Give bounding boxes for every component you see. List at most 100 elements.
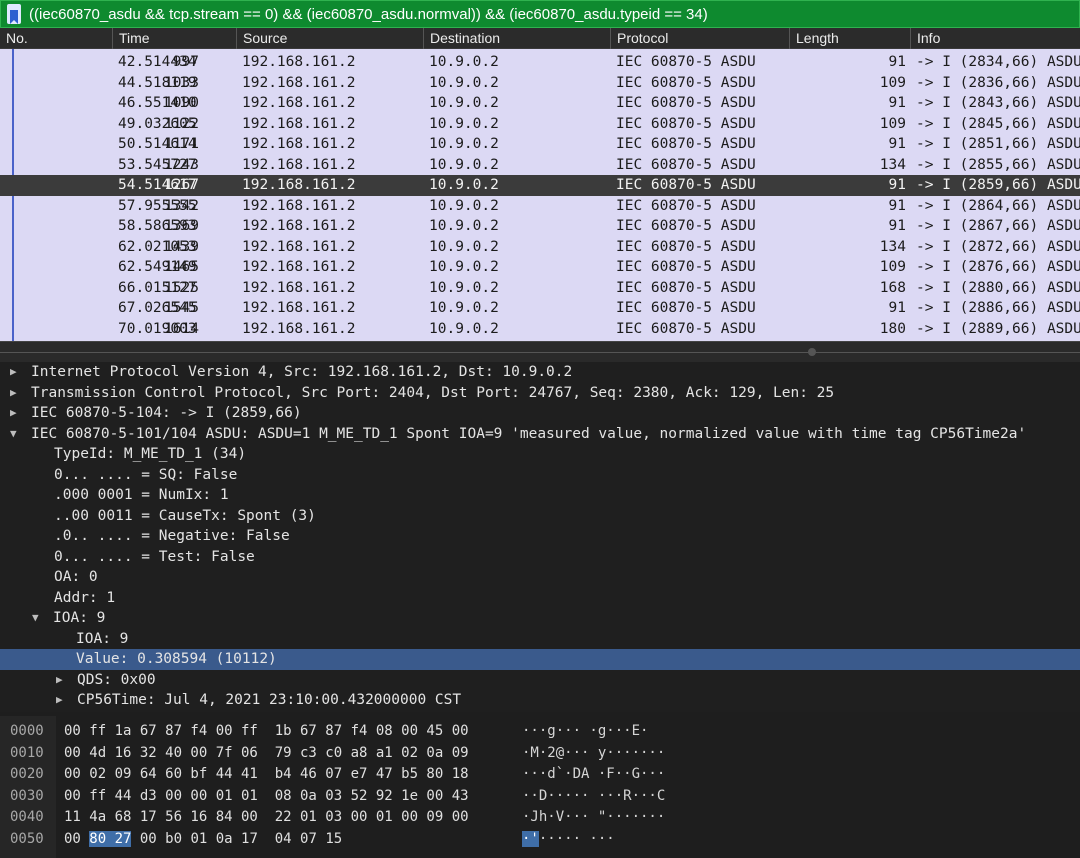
- column-header-source[interactable]: Source: [236, 28, 423, 49]
- hex-bytes[interactable]: 11 4a 68 17 56 16 84 00 22 01 03 00 01 0…: [64, 807, 469, 828]
- packet-row[interactable]: 1369 58.586593 192.168.161.2 10.9.0.2 IEC 60…: [0, 216, 1080, 237]
- detail-tree-item[interactable]: ▶ QDS: 0x00: [0, 670, 1080, 691]
- display-filter-input[interactable]: ((iec60870_asdu && tcp.stream == 0) && (…: [29, 6, 708, 23]
- pane-splitter[interactable]: [0, 341, 1080, 363]
- collapsed-triangle-icon[interactable]: ▶: [56, 690, 68, 711]
- detail-tree-item[interactable]: .000 0001 = NumIx: 1: [0, 485, 1080, 506]
- detail-item-label: Internet Protocol Version 4, Src: 192.16…: [31, 364, 573, 380]
- packet-row[interactable]: 1614 70.019003 192.168.161.2 10.9.0.2 IEC 60…: [0, 319, 1080, 340]
- highlighted-bytes: 80 27: [89, 830, 132, 847]
- packet-row[interactable]: 1033 44.518119 192.168.161.2 10.9.0.2 IEC 60…: [0, 73, 1080, 94]
- packet-list-header: No. Time Source Destination Protocol Len…: [0, 28, 1080, 49]
- detail-tree-item[interactable]: ▶ IEC 60870-5-104: -> I (2859,66): [0, 403, 1080, 424]
- bookmark-icon[interactable]: [7, 4, 21, 24]
- packet-list[interactable]: 997 42.514434 192.168.161.2 10.9.0.2 IEC 608…: [0, 49, 1080, 341]
- detail-item-label: 0... .... = SQ: False: [54, 466, 238, 483]
- hex-ascii[interactable]: ···g··· ·g···E·: [522, 721, 648, 742]
- packet-cell-dst: 10.9.0.2: [429, 259, 499, 275]
- packet-cell-time: 44.518119: [118, 74, 197, 91]
- collapsed-triangle-icon[interactable]: ▶: [10, 362, 22, 383]
- detail-item-label: .0.. .... = Negative: False: [54, 528, 290, 544]
- packet-cell-proto: IEC 60870-5 ASDU: [616, 218, 756, 234]
- detail-tree-item[interactable]: IOA: 9: [0, 629, 1080, 650]
- packet-cell-time: 70.019003: [118, 320, 197, 337]
- packet-row[interactable]: 1267 54.514617 192.168.161.2 10.9.0.2 IEC 60…: [0, 175, 1080, 196]
- packet-row[interactable]: 1342 57.955555 192.168.161.2 10.9.0.2 IEC 60…: [0, 196, 1080, 217]
- hex-bytes[interactable]: 00 4d 16 32 40 00 7f 06 79 c3 c0 a8 a1 0…: [64, 743, 469, 764]
- hex-row[interactable]: 0040 11 4a 68 17 56 16 84 00 22 01 03 00 …: [0, 807, 1080, 828]
- packet-row[interactable]: 1525 66.015127 192.168.161.2 10.9.0.2 IEC 60…: [0, 278, 1080, 299]
- hex-bytes[interactable]: 00 02 09 64 60 bf 44 41 b4 46 07 e7 47 b…: [64, 764, 469, 785]
- packet-cell-dst: 10.9.0.2: [429, 74, 499, 91]
- packet-cell-len: 134: [879, 156, 906, 173]
- hex-ascii[interactable]: ·'····· ···: [522, 829, 615, 850]
- collapsed-triangle-icon[interactable]: ▶: [10, 403, 22, 424]
- column-header-length[interactable]: Length: [789, 28, 910, 49]
- detail-tree-item[interactable]: ▶ Transmission Control Protocol, Src Port…: [0, 383, 1080, 404]
- detail-tree-item[interactable]: ▶ CP56Time: Jul 4, 2021 23:10:00.43200000…: [0, 690, 1080, 711]
- packet-cell-len: 91: [888, 300, 906, 316]
- detail-item-label: OA: 0: [54, 569, 98, 585]
- detail-tree-item[interactable]: 0... .... = Test: False: [0, 547, 1080, 568]
- hex-row[interactable]: 0030 00 ff 44 d3 00 00 01 01 08 0a 03 52 …: [0, 786, 1080, 807]
- display-filter-bar[interactable]: ((iec60870_asdu && tcp.stream == 0) && (…: [0, 0, 1080, 28]
- splitter-handle-icon[interactable]: [808, 348, 816, 356]
- hex-bytes-segment: 00 b0 01 0a 17 04 07 15: [131, 830, 343, 847]
- packet-row[interactable]: 1122 49.032605 192.168.161.2 10.9.0.2 IEC 60…: [0, 114, 1080, 135]
- detail-item-label: Addr: 1: [54, 589, 116, 606]
- packet-cell-info: -> I (2872,66) ASDU: [916, 238, 1080, 255]
- detail-item-label: QDS: 0x00: [77, 671, 156, 688]
- detail-tree-item[interactable]: TypeId: M_ME_TD_1 (34): [0, 444, 1080, 465]
- hex-row[interactable]: 0050 00 80 27 00 b0 01 0a 17 04 07 15 ·'··…: [0, 829, 1080, 850]
- hex-ascii[interactable]: ···d`·DA ·F··G···: [522, 764, 665, 785]
- packet-cell-time: 58.586593: [118, 218, 197, 234]
- column-header-protocol[interactable]: Protocol: [610, 28, 789, 49]
- column-header-no[interactable]: No.: [0, 28, 112, 49]
- detail-tree-item[interactable]: ..00 0011 = CauseTx: Spont (3): [0, 506, 1080, 527]
- packet-cell-info: -> I (2889,66) ASDU: [916, 320, 1080, 337]
- packet-cell-proto: IEC 60870-5 ASDU: [616, 156, 756, 173]
- packet-cell-src: 192.168.161.2: [242, 279, 356, 296]
- detail-tree-item[interactable]: Value: 0.308594 (10112): [0, 649, 1080, 670]
- hex-ascii[interactable]: ·M·2@··· y·······: [522, 743, 665, 764]
- packet-row[interactable]: 1439 62.021053 192.168.161.2 10.9.0.2 IEC 60…: [0, 237, 1080, 258]
- packet-details-pane[interactable]: ▶ Internet Protocol Version 4, Src: 192.1…: [0, 362, 1080, 712]
- packet-row[interactable]: 1465 62.549149 192.168.161.2 10.9.0.2 IEC 60…: [0, 257, 1080, 278]
- detail-tree-item[interactable]: 0... .... = SQ: False: [0, 465, 1080, 486]
- packet-row[interactable]: 1243 53.545727 192.168.161.2 10.9.0.2 IEC 60…: [0, 155, 1080, 176]
- packet-cell-src: 192.168.161.2: [242, 259, 356, 275]
- packet-row[interactable]: 1545 67.026545 192.168.161.2 10.9.0.2 IEC 60…: [0, 298, 1080, 319]
- detail-tree-item[interactable]: OA: 0: [0, 567, 1080, 588]
- hex-bytes[interactable]: 00 80 27 00 b0 01 0a 17 04 07 15: [64, 829, 342, 850]
- packet-cell-proto: IEC 60870-5 ASDU: [616, 95, 756, 111]
- detail-tree-item[interactable]: ▶ Internet Protocol Version 4, Src: 192.1…: [0, 362, 1080, 383]
- hex-row[interactable]: 0010 00 4d 16 32 40 00 7f 06 79 c3 c0 a8 …: [0, 743, 1080, 764]
- packet-row[interactable]: 1171 50.514614 192.168.161.2 10.9.0.2 IEC 60…: [0, 134, 1080, 155]
- packet-cell-dst: 10.9.0.2: [429, 197, 499, 214]
- packet-bytes-pane[interactable]: 0000 00 ff 1a 67 87 f4 00 ff 1b 67 87 f4 …: [0, 716, 1080, 858]
- hex-row[interactable]: 0020 00 02 09 64 60 bf 44 41 b4 46 07 e7 …: [0, 764, 1080, 785]
- column-header-info[interactable]: Info: [910, 28, 1080, 49]
- packet-cell-info: -> I (2886,66) ASDU: [916, 300, 1080, 316]
- hex-ascii[interactable]: ··D····· ···R···C: [522, 786, 665, 807]
- hex-ascii[interactable]: ·Jh·V··· "·······: [522, 807, 665, 828]
- packet-row[interactable]: 997 42.514434 192.168.161.2 10.9.0.2 IEC 608…: [0, 52, 1080, 73]
- hex-bytes[interactable]: 00 ff 44 d3 00 00 01 01 08 0a 03 52 92 1…: [64, 786, 469, 807]
- packet-row[interactable]: 1090 46.551410 192.168.161.2 10.9.0.2 IEC 60…: [0, 93, 1080, 114]
- column-header-destination[interactable]: Destination: [423, 28, 610, 49]
- collapsed-triangle-icon[interactable]: ▶: [10, 383, 22, 404]
- detail-tree-item[interactable]: ▼ IOA: 9: [0, 608, 1080, 629]
- hex-row[interactable]: 0000 00 ff 1a 67 87 f4 00 ff 1b 67 87 f4 …: [0, 721, 1080, 742]
- packet-cell-time: 62.021053: [118, 238, 197, 255]
- expanded-triangle-icon[interactable]: ▼: [10, 424, 22, 445]
- detail-tree-item[interactable]: Addr: 1: [0, 588, 1080, 609]
- detail-tree-item[interactable]: .0.. .... = Negative: False: [0, 526, 1080, 547]
- packet-cell-proto: IEC 60870-5 ASDU: [616, 300, 756, 316]
- column-header-time[interactable]: Time: [112, 28, 236, 49]
- collapsed-triangle-icon[interactable]: ▶: [56, 670, 68, 691]
- expanded-triangle-icon[interactable]: ▼: [32, 608, 44, 629]
- detail-tree-item[interactable]: ▼ IEC 60870-5-101/104 ASDU: ASDU=1 M_ME_T…: [0, 424, 1080, 445]
- hex-offset: 0000: [10, 723, 44, 739]
- packet-cell-proto: IEC 60870-5 ASDU: [616, 279, 756, 296]
- hex-bytes[interactable]: 00 ff 1a 67 87 f4 00 ff 1b 67 87 f4 08 0…: [64, 721, 469, 742]
